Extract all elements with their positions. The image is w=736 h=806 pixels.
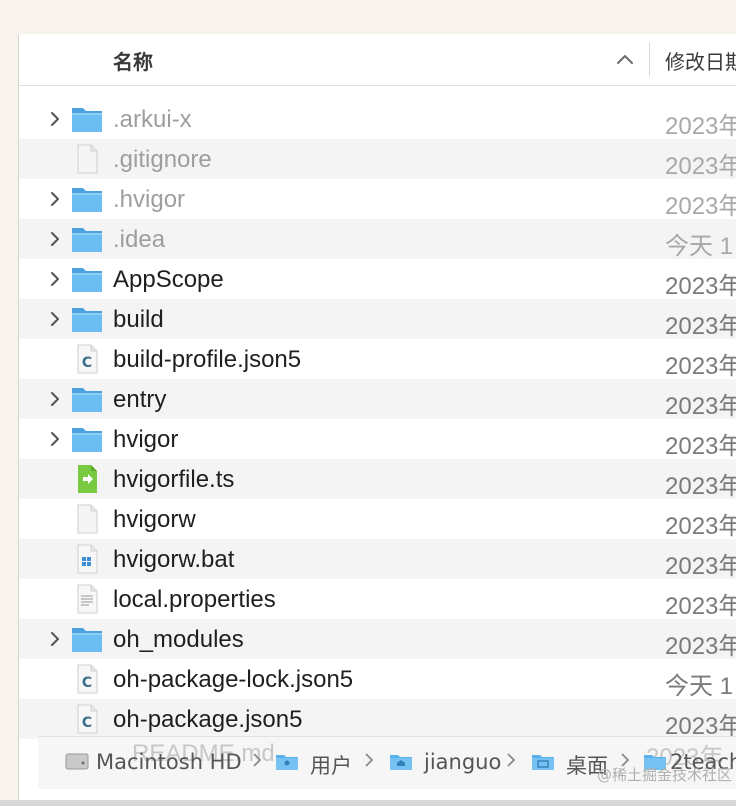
column-header: 名称 修改日期	[19, 34, 736, 86]
typescript-file-icon	[71, 464, 103, 494]
list-item[interactable]: hvigorw 2023年	[19, 499, 736, 540]
file-name: build-profile.json5	[113, 346, 302, 373]
bottom-edge	[0, 800, 736, 806]
list-item[interactable]: AppScope 2023年	[19, 259, 736, 300]
file-name: AppScope	[113, 266, 224, 293]
file-name: hvigorw.bat	[113, 546, 235, 573]
folder-icon	[71, 384, 103, 414]
list-item[interactable]: Coh-package.json5 2023年	[19, 699, 736, 740]
path-separator-icon	[365, 753, 374, 767]
file-date-modified: 2023年	[665, 473, 736, 500]
svg-text:C: C	[82, 715, 92, 731]
file-date-modified: 2023年	[665, 633, 736, 660]
list-item[interactable]: hvigorfile.ts 2023年	[19, 459, 736, 500]
file-name: .hvigor	[113, 186, 186, 213]
list-item[interactable]: .hvigor 2023年	[19, 179, 736, 220]
file-name: local.properties	[113, 586, 276, 613]
file-date-modified: 2023年	[665, 113, 736, 140]
json5-file-icon: C	[71, 344, 103, 374]
list-item[interactable]: build 2023年	[19, 299, 736, 340]
file-date-modified: 2023年	[665, 153, 736, 180]
list-item[interactable]: entry 2023年	[19, 379, 736, 420]
window-left-edge	[0, 0, 18, 806]
text-file-icon	[71, 584, 103, 614]
disclosure-chevron-icon[interactable]	[49, 631, 61, 647]
json5-file-icon: C	[71, 664, 103, 694]
path-separator-icon	[253, 753, 262, 767]
path-users[interactable]: 用户	[310, 750, 352, 780]
list-item[interactable]: oh_modules 2023年	[19, 619, 736, 660]
file-date-modified: 2023年	[665, 553, 736, 580]
desktop-folder-icon	[532, 755, 554, 770]
svg-text:C: C	[82, 355, 92, 371]
file-name: build	[113, 306, 164, 333]
folder-icon	[71, 224, 103, 254]
file-date-modified: 今天 1	[665, 673, 734, 700]
file-name: oh_modules	[113, 626, 244, 653]
file-date-modified: 2023年	[665, 273, 736, 300]
file-name: oh-package.json5	[113, 706, 303, 733]
windows-batch-file-icon	[71, 544, 103, 574]
path-disk[interactable]: Macintosh HD	[96, 750, 242, 774]
document-icon	[71, 504, 103, 534]
disclosure-chevron-icon[interactable]	[49, 391, 61, 407]
disclosure-chevron-icon[interactable]	[49, 311, 61, 327]
users-folder-icon	[276, 755, 298, 770]
folder-icon	[71, 264, 103, 294]
list-item[interactable]: hvigor 2023年	[19, 419, 736, 460]
json5-file-icon: C	[71, 704, 103, 734]
file-date-modified: 2023年	[665, 433, 736, 460]
sort-ascending-chevron-icon[interactable]	[615, 51, 635, 67]
list-item[interactable]: local.properties 2023年	[19, 579, 736, 620]
list-item[interactable]: hvigorw.bat 2023年	[19, 539, 736, 580]
disclosure-chevron-icon[interactable]	[49, 271, 61, 287]
path-separator-icon	[507, 753, 516, 767]
name-column-header[interactable]: 名称	[113, 46, 153, 75]
finder-list-view: 名称 修改日期 .arkui-x2023年.gitignore2023年.hvi…	[18, 34, 736, 806]
disclosure-chevron-icon[interactable]	[49, 431, 61, 447]
path-home[interactable]: jianguo	[424, 750, 501, 774]
file-date-modified: 2023年	[665, 313, 736, 340]
disclosure-chevron-icon[interactable]	[49, 231, 61, 247]
file-date-modified: 2023年	[665, 593, 736, 620]
list-item[interactable]: .gitignore 2023年	[19, 139, 736, 180]
column-divider[interactable]	[649, 42, 650, 76]
home-folder-icon	[390, 755, 412, 770]
file-date-modified: 2023年	[665, 513, 736, 540]
folder-icon	[71, 184, 103, 214]
list-item[interactable]: Coh-package-lock.json5 今天 1	[19, 659, 736, 700]
list-item[interactable]: .idea 今天 1	[19, 219, 736, 260]
watermark: @稀土掘金技术社区	[596, 766, 732, 784]
folder-icon	[71, 424, 103, 454]
path-bar: README.md 2023年 Macintosh HD 用户 jianguo …	[38, 736, 736, 789]
folder-icon	[71, 624, 103, 654]
file-name: .idea	[113, 226, 166, 253]
file-name: hvigorw	[113, 506, 196, 533]
date-modified-column-header[interactable]: 修改日期	[665, 46, 736, 75]
svg-text:C: C	[82, 675, 92, 691]
file-date-modified: 今天 1	[665, 233, 734, 260]
file-date-modified: 2023年	[665, 393, 736, 420]
disclosure-chevron-icon[interactable]	[49, 191, 61, 207]
file-date-modified: 2023年	[665, 353, 736, 380]
folder-icon	[71, 304, 103, 334]
document-icon	[71, 144, 103, 174]
file-date-modified: 2023年	[665, 193, 736, 220]
file-list: .arkui-x 2023年 .gitignore 2023年 .hvigor 2023年…	[19, 99, 736, 740]
file-name: hvigor	[113, 426, 179, 453]
file-name: entry	[113, 386, 167, 413]
folder-icon	[71, 104, 103, 134]
disclosure-chevron-icon[interactable]	[49, 111, 61, 127]
file-name: hvigorfile.ts	[113, 466, 235, 493]
file-name: oh-package-lock.json5	[113, 666, 354, 693]
list-item[interactable]: .arkui-x 2023年	[19, 99, 736, 140]
file-name: .gitignore	[113, 146, 212, 173]
hard-disk-icon	[65, 753, 89, 770]
list-item[interactable]: Cbuild-profile.json5 2023年	[19, 339, 736, 380]
file-name: .arkui-x	[113, 106, 192, 133]
window-top-strip	[0, 0, 736, 34]
